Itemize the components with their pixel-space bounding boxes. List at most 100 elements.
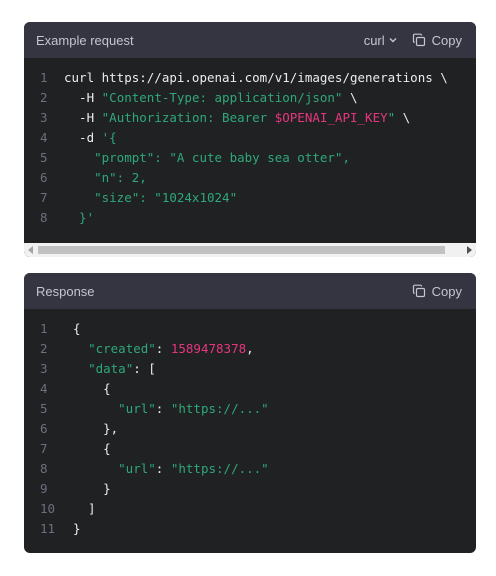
code-text: } [73,479,111,499]
line-number: 7 [40,190,48,205]
code-text: { [73,379,111,399]
code-text: "n": 2, [64,168,147,188]
line-number: 3 [40,361,48,376]
code-token: ] [73,501,96,516]
line-number: 7 [40,441,48,456]
code-line: 9 } [24,479,476,499]
request-copy-button[interactable]: Copy [412,33,462,48]
code-token: , [246,341,254,356]
response-panel: Response Copy 1{2 "created": 1589478378,… [24,273,476,553]
arrow-right-icon[interactable] [462,243,476,257]
code-token: : [155,461,171,476]
line-number: 10 [40,501,56,516]
code-token: "https://..." [170,401,269,416]
code-token: "created" [88,341,156,356]
response-copy-button[interactable]: Copy [412,284,462,299]
line-number: 8 [40,461,48,476]
code-line: 8 "url": "https://..." [24,459,476,479]
code-text: "created": 1589478378, [73,339,254,359]
code-token: "Content-Type: application/json" [101,90,343,105]
code-token: '{ [101,130,117,145]
code-text: curl https://api.openai.com/v1/images/ge… [64,68,448,88]
example-request-panel: Example request curl Copy 1 curl https://… [24,22,476,257]
code-line: 3 -H "Authorization: Bearer $OPENAI_API_… [24,108,476,128]
request-header: Example request curl Copy [24,22,476,58]
code-token: "url" [118,401,156,416]
code-token: : [155,401,171,416]
code-line: 5 "url": "https://..." [24,399,476,419]
code-text: -d '{ [64,128,117,148]
code-token: 1589478378 [170,341,247,356]
code-token: "n": 2, [64,170,147,185]
line-number: 1 [40,70,48,85]
code-line: 11} [24,519,476,539]
request-title: Example request [36,32,134,48]
response-copy-label: Copy [431,283,462,299]
line-number: 1 [40,321,48,336]
code-token: "url" [118,461,156,476]
code-text: }' [64,208,94,228]
request-actions: curl Copy [364,33,462,48]
code-token: } [73,481,111,496]
scrollbar-track[interactable] [38,243,462,257]
code-text: { [73,319,81,339]
line-number: 5 [40,150,48,165]
code-token: \ [342,90,358,105]
line-number: 6 [40,421,48,436]
code-token: -H [64,90,102,105]
code-text: -H "Authorization: Bearer $OPENAI_API_KE… [64,108,410,128]
code-token: }, [73,421,119,436]
code-text: ] [73,499,96,519]
code-token: : [155,341,171,356]
code-token: } [73,521,81,536]
response-code-block: 1{2 "created": 1589478378, 3 "data": [4 {… [24,309,476,539]
line-number: 2 [40,341,48,356]
line-number: 5 [40,401,48,416]
code-line: 7 "size": "1024x1024" [24,188,476,208]
code-token: curl https://api.openai.com/v1/images/ge… [64,70,448,85]
code-token: "prompt": "A cute baby sea otter", [64,150,350,165]
line-number: 4 [40,130,48,145]
code-line: 4 { [24,379,476,399]
request-copy-label: Copy [431,32,462,48]
code-text: } [73,519,81,539]
code-text: "size": "1024x1024" [64,188,237,208]
code-token: "https://..." [170,461,269,476]
copy-icon [412,33,426,47]
copy-icon [412,284,426,298]
line-number: 6 [40,170,48,185]
line-number: 8 [40,210,48,225]
arrow-left-icon[interactable] [24,243,38,257]
code-line: 6 }, [24,419,476,439]
code-token: -H [64,110,102,125]
code-token: { [73,321,81,336]
code-token: $OPENAI_API_KEY [274,110,388,125]
line-number: 3 [40,110,48,125]
line-number: 4 [40,381,48,396]
code-line: 4 -d '{ [24,128,476,148]
code-token: \ [395,110,411,125]
code-line: 7 { [24,439,476,459]
response-title: Response [36,283,95,299]
chevron-down-icon [388,35,398,45]
request-code-block: 1 curl https://api.openai.com/v1/images/g… [24,58,476,228]
code-token: { [73,441,111,456]
response-header: Response Copy [24,273,476,309]
code-line: 5 "prompt": "A cute baby sea otter", [24,148,476,168]
code-token: -d [64,130,102,145]
scrollbar-thumb[interactable] [38,246,446,254]
code-token: "size": "1024x1024" [64,190,238,205]
horizontal-scrollbar[interactable] [24,243,476,257]
code-token: "data" [88,361,134,376]
line-number: 9 [40,481,48,496]
code-text: "url": "https://..." [73,459,269,479]
code-text: }, [73,419,118,439]
language-select[interactable]: curl [364,33,398,48]
code-line: 1{ [24,319,476,339]
code-line: 3 "data": [ [24,359,476,379]
code-line: 2 "created": 1589478378, [24,339,476,359]
